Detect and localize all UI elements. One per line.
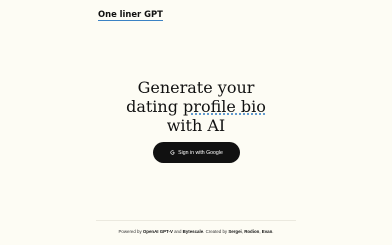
sign-in-label: Sign in with Google <box>178 149 223 156</box>
footer-text: and <box>172 229 183 234</box>
footer-text: Powered by <box>118 229 143 234</box>
rodion-link[interactable]: Rodion <box>244 229 259 234</box>
sergei-link[interactable]: Sergei <box>228 229 241 234</box>
hero-line-3: with AI <box>166 116 226 135</box>
logo-link[interactable]: One liner GPT <box>98 9 163 21</box>
footer-text: . Created by <box>203 229 229 234</box>
google-icon <box>170 150 175 155</box>
hero-line-1: Generate your <box>137 78 255 97</box>
sign-in-with-google-button[interactable]: Sign in with Google <box>153 142 240 163</box>
evan-link[interactable]: Evan <box>262 229 273 234</box>
hero-accent-text: profile bio <box>183 97 266 116</box>
footer-divider <box>96 220 296 221</box>
footer-credits: Powered by OpenAI GPT-V and Bytescale. C… <box>96 229 296 234</box>
bytescale-link[interactable]: Bytescale <box>183 229 204 234</box>
hero-line-2: dating profile bio <box>96 97 296 116</box>
openai-link[interactable]: OpenAI GPT-V <box>143 229 173 234</box>
hero-line-2-prefix: dating <box>126 97 184 116</box>
footer-text: . <box>272 229 274 234</box>
hero-title: Generate your dating profile bio with AI <box>96 78 296 135</box>
